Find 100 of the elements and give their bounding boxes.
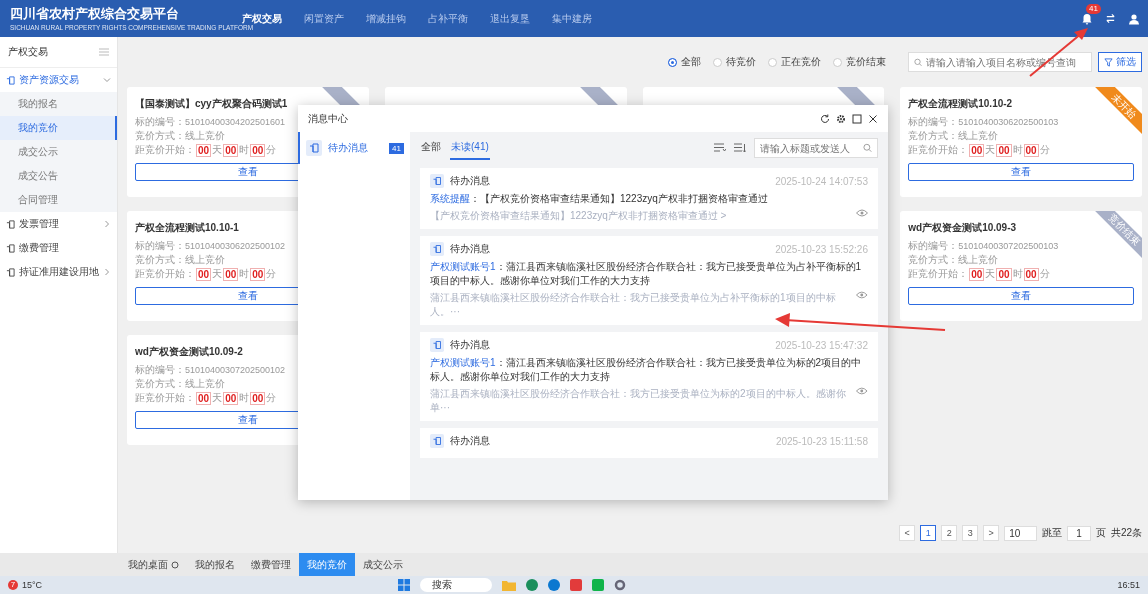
page-jump-field[interactable]: 1 bbox=[1067, 525, 1091, 541]
refresh-icon[interactable] bbox=[820, 113, 830, 124]
countdown-unit: 分 bbox=[266, 267, 277, 281]
countdown-unit: 分 bbox=[266, 391, 277, 405]
sort-icon[interactable] bbox=[734, 143, 746, 153]
nav-tab[interactable]: 闲置资产 bbox=[304, 11, 366, 26]
radio-option[interactable]: 待竞价 bbox=[713, 55, 756, 69]
card-field: 竞价方式：线上竞价 bbox=[908, 253, 999, 267]
countdown-label: 距竞价开始： bbox=[135, 143, 195, 157]
nav-tab[interactable]: 退出复垦 bbox=[490, 11, 552, 26]
card-field: 竞价方式：线上竞价 bbox=[135, 129, 225, 143]
field-label: 标的编号： bbox=[908, 115, 959, 129]
card-field: 竞价方式：线上竞价 bbox=[135, 377, 225, 391]
message-type: 待办消息 bbox=[450, 338, 490, 352]
nav-tab[interactable]: 占补平衡 bbox=[428, 11, 490, 26]
countdown-label: 距竞价开始： bbox=[135, 391, 195, 405]
message-card[interactable]: 待办消息 2025-10-23 15:11:58 bbox=[420, 428, 878, 458]
bell-icon[interactable] bbox=[1081, 12, 1093, 25]
windows-start-icon[interactable] bbox=[398, 579, 410, 591]
page-tab[interactable]: 我的报名 bbox=[187, 553, 243, 576]
page-tab[interactable]: 成交公示 bbox=[355, 553, 411, 576]
swap-icon[interactable] bbox=[1105, 13, 1116, 24]
message-time: 2025-10-23 15:11:58 bbox=[775, 435, 868, 447]
field-value: 51010400306202500103 bbox=[958, 116, 1059, 129]
message-time: 2025-10-23 15:47:32 bbox=[775, 339, 868, 351]
prev-page-button[interactable]: < bbox=[899, 525, 916, 541]
message-time: 2025-10-24 14:07:53 bbox=[775, 175, 868, 187]
page-button[interactable]: 3 bbox=[962, 525, 979, 541]
app-icon[interactable] bbox=[548, 579, 560, 591]
sidebar-menu-item[interactable]: 发票管理 bbox=[0, 212, 117, 236]
user-icon[interactable] bbox=[1128, 12, 1140, 25]
card-title: 【国泰测试】cyy产权聚合码测试1 bbox=[135, 98, 288, 109]
eye-icon[interactable] bbox=[856, 291, 868, 299]
sort-icon[interactable] bbox=[714, 143, 726, 153]
message-search-field[interactable]: 请输入标题或发送人 bbox=[754, 138, 878, 158]
taskbar-search-field[interactable]: 搜索 bbox=[420, 578, 492, 592]
sidebar-subitem[interactable]: 成交公告 bbox=[0, 164, 117, 188]
countdown-digits: 00 bbox=[196, 391, 212, 405]
sidebar-menu-item[interactable]: 缴费管理 bbox=[0, 236, 117, 260]
nav-tab[interactable]: 产权交易 bbox=[242, 11, 304, 26]
countdown-unit: 天 bbox=[212, 143, 223, 157]
message-card[interactable]: 待办消息 2025-10-24 14:07:53 系统提醒：【产权竞价资格审查结果通知】1223zyq产权非打捆资格审查通过 【产权竞价资格审查结果通知】1223zyq产权非打捆资格审查通过 > bbox=[420, 168, 878, 229]
sidebar-subitem[interactable]: 合同管理 bbox=[0, 188, 117, 212]
field-label: 标的编号： bbox=[135, 115, 185, 129]
countdown-digits: 00 bbox=[969, 143, 985, 157]
view-button[interactable]: 查看 bbox=[908, 163, 1134, 181]
message-card[interactable]: 待办消息 2025-10-23 15:47:32 产权测试账号1：蒲江县西来镇临溪社区股份经济合作联合社：我方已接受贵单位为标的2项目的中标人。感谢你单位对我们工作的大力支持 蒲江县西来镇临溪社区股份经济合作联合社：我方已接受贵单位为标的2项目的中标人。感谢你单··· bbox=[420, 332, 878, 421]
countdown-unit: 时 bbox=[1012, 267, 1023, 281]
countdown-digits: 00 bbox=[1023, 143, 1039, 157]
page-size-select[interactable]: 10 bbox=[1004, 525, 1038, 541]
radio-option[interactable]: 竞价结束 bbox=[833, 55, 886, 69]
app-icon[interactable] bbox=[526, 579, 538, 591]
field-value: 51010400307202500102 bbox=[185, 364, 286, 377]
message-icon bbox=[430, 434, 444, 448]
page-tab[interactable]: 缴费管理 bbox=[243, 553, 299, 576]
message-tab[interactable]: 未读(41) bbox=[450, 136, 490, 160]
next-page-button[interactable]: > bbox=[983, 525, 1000, 541]
message-card[interactable]: 待办消息 2025-10-23 15:52:26 产权测试账号1：蒲江县西来镇临溪社区股份经济合作联合社：我方已接受贵单位为占补平衡标的1项目的中标人。感谢你单位对我们工作的大力支持 蒲江县西来镇临溪社区股份经济合作联合社：我方已接受贵单位为占补平衡标的1项目的中标人。··· bbox=[420, 236, 878, 325]
notification-badge: 41 bbox=[1086, 3, 1101, 14]
card-field: 竞价方式：线上竞价 bbox=[135, 253, 225, 267]
page-button[interactable]: 2 bbox=[941, 525, 958, 541]
page-tab[interactable]: 我的桌面 bbox=[120, 553, 187, 576]
search-icon bbox=[862, 143, 872, 153]
countdown-unit: 天 bbox=[212, 267, 223, 281]
countdown-digits: 00 bbox=[996, 267, 1012, 281]
card-title: wd产权资金测试10.09-2 bbox=[135, 346, 243, 357]
page-unit: 页 bbox=[1095, 526, 1106, 540]
settings-icon[interactable] bbox=[836, 113, 846, 124]
sidebar-subitem[interactable]: 成交公示 bbox=[0, 140, 117, 164]
maximize-icon[interactable] bbox=[852, 113, 862, 124]
close-icon[interactable] bbox=[868, 113, 878, 124]
dialog-title: 消息中心 bbox=[308, 111, 348, 126]
message-type: 待办消息 bbox=[450, 242, 490, 256]
total-count: 共22条 bbox=[1110, 526, 1142, 540]
weather-badge: 7 bbox=[8, 580, 18, 590]
radio-option[interactable]: 正在竞价 bbox=[768, 55, 821, 69]
message-preview: 【产权竞价资格审查结果通知】1223zyq产权非打捆资格审查通过 > bbox=[430, 209, 727, 223]
sidebar-subitem[interactable]: 我的竞价 bbox=[0, 116, 117, 140]
countdown-digits: 00 bbox=[223, 267, 239, 281]
nav-tab[interactable]: 集中建房 bbox=[552, 11, 614, 26]
page-button[interactable]: 1 bbox=[920, 525, 937, 541]
sidebar-subitem[interactable]: 我的报名 bbox=[0, 92, 117, 116]
eye-icon[interactable] bbox=[856, 387, 868, 395]
message-tab[interactable]: 全部 bbox=[420, 136, 442, 160]
sidebar-title: 产权交易 bbox=[8, 45, 48, 59]
eye-icon[interactable] bbox=[856, 209, 868, 217]
countdown-digits: 00 bbox=[969, 267, 985, 281]
sidebar-menu-item[interactable]: 持证准用建设用地 bbox=[0, 260, 117, 284]
card-title: wd产权资金测试10.09-3 bbox=[908, 222, 1017, 233]
nav-tab[interactable]: 增减挂钩 bbox=[366, 11, 428, 26]
sidebar-menu-item[interactable]: 资产资源交易 bbox=[0, 68, 117, 92]
countdown-label: 距竞价开始： bbox=[908, 267, 969, 281]
message-icon bbox=[430, 174, 444, 188]
message-preview: 蒲江县西来镇临溪社区股份经济合作联合社：我方已接受贵单位为标的2项目的中标人。感谢你单··· bbox=[430, 387, 847, 415]
radio-option[interactable]: 全部 bbox=[668, 55, 701, 69]
view-button[interactable]: 查看 bbox=[908, 287, 1134, 305]
filter-icon bbox=[1104, 57, 1113, 67]
message-type: 待办消息 bbox=[450, 174, 490, 188]
filter-button[interactable]: 筛选 bbox=[1098, 52, 1142, 72]
countdown-unit: 天 bbox=[212, 391, 223, 405]
